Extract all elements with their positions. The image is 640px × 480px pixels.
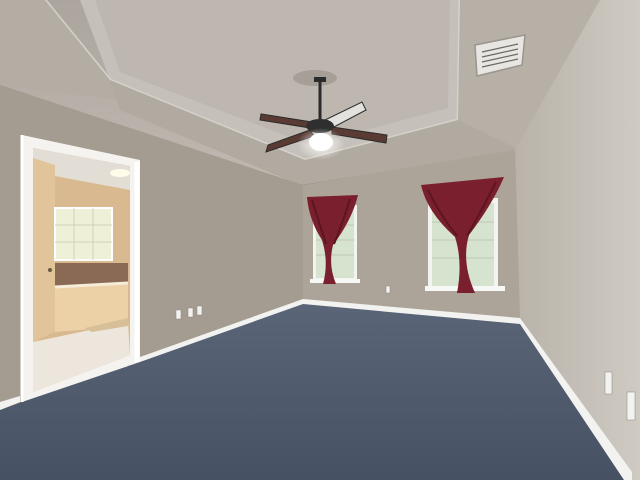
bedroom-scene <box>0 0 640 480</box>
left-window-curtain <box>307 195 360 284</box>
open-doorway-to-bathroom <box>20 135 140 402</box>
right-window-curtain <box>421 177 505 293</box>
